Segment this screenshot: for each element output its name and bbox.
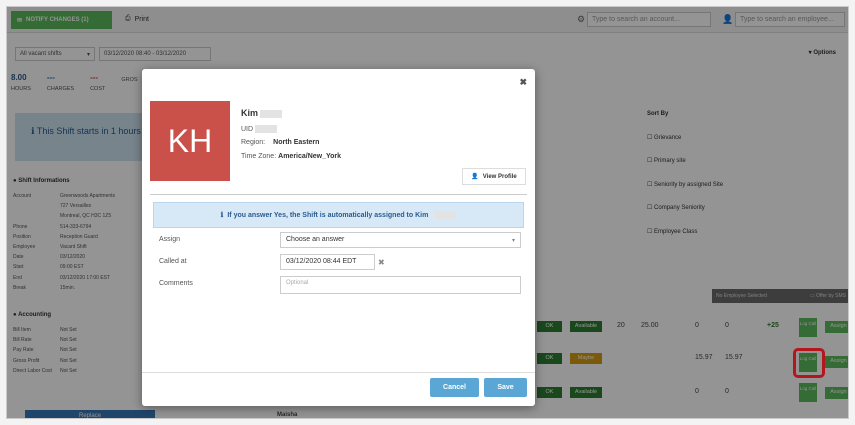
avatar: KH (150, 101, 230, 181)
employee-name: Kim (241, 108, 283, 118)
modal-footer-divider (142, 372, 535, 373)
cancel-button[interactable]: Cancel (430, 378, 479, 397)
app-window: ✉ NOTIFY CHANGES (1) ⎙ Print ⚙ Type to s… (6, 6, 849, 419)
redacted-text (260, 109, 283, 118)
assign-label: Assign (159, 236, 181, 243)
uid-row: UID (241, 125, 278, 133)
log-call-modal: ✖ KH Kim UID Region: North Eastern Time Z… (142, 69, 535, 406)
view-profile-button[interactable]: 👤 View Profile (462, 168, 526, 185)
called-at-input[interactable]: 03/12/2020 08:44 EDT (280, 254, 375, 270)
redacted-text (434, 211, 457, 219)
info-alert: ℹ If you answer Yes, the Shift is automa… (153, 202, 524, 228)
timezone-row: Time Zone: America/New_York (241, 153, 342, 160)
user-icon: 👤 (471, 174, 479, 180)
save-button[interactable]: Save (484, 378, 527, 397)
divider (150, 194, 527, 195)
called-at-label: Called at (159, 258, 187, 265)
info-icon: ℹ (220, 212, 224, 219)
comments-textarea[interactable]: Optional (280, 276, 521, 294)
highlight-callout (793, 348, 825, 378)
close-icon[interactable]: ✖ (519, 77, 527, 88)
clear-icon[interactable]: ✖ (378, 258, 385, 267)
assign-select[interactable]: Choose an answer ▾ (280, 232, 521, 248)
chevron-down-icon: ▾ (511, 238, 515, 244)
redacted-text (255, 125, 278, 133)
comments-label: Comments (159, 280, 193, 287)
region-row: Region: North Eastern (241, 139, 320, 146)
